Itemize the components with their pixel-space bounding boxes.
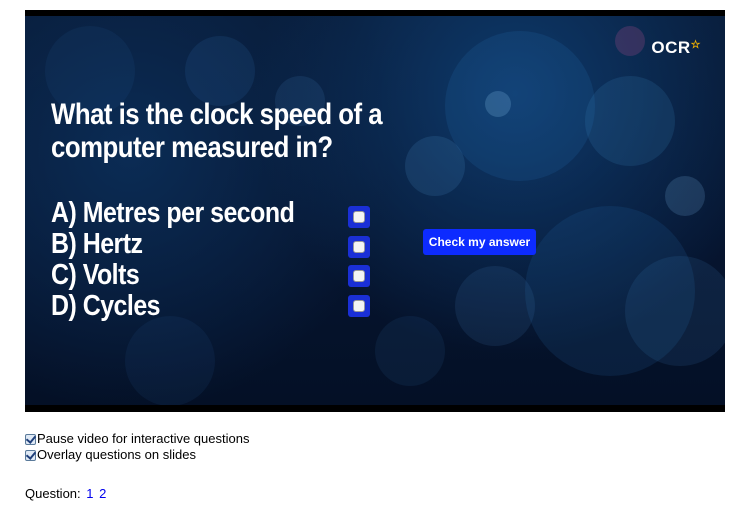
bokeh-decoration — [615, 26, 645, 56]
ocr-logo: OCR☆ — [651, 38, 701, 57]
answer-options: A) Metres per second B) Hertz C) Volts D… — [51, 198, 334, 322]
check-answer-button[interactable]: Check my answer — [423, 229, 536, 255]
question-link-2[interactable]: 2 — [99, 486, 106, 501]
bokeh-decoration — [485, 91, 511, 117]
option-d-label: D) Cycles — [51, 290, 161, 322]
question-link-1[interactable]: 1 — [86, 486, 93, 501]
question-navigation: Question: 1 2 — [25, 486, 106, 501]
bokeh-decoration — [625, 256, 725, 366]
option-c-checkbox[interactable] — [348, 265, 370, 287]
option-d-checkbox[interactable] — [348, 295, 370, 317]
bokeh-decoration — [525, 206, 695, 376]
player-settings: Pause video for interactive questions Ov… — [25, 431, 249, 463]
setting-overlay-questions: Overlay questions on slides — [25, 447, 249, 463]
quiz-slide: OCR☆ What is the clock speed of a comput… — [25, 16, 725, 405]
question-nav-label: Question: — [25, 486, 81, 501]
setting-pause-video: Pause video for interactive questions — [25, 431, 249, 447]
option-a-label: A) Metres per second — [51, 197, 295, 229]
option-b-checkbox[interactable] — [348, 236, 370, 258]
video-player[interactable]: OCR☆ What is the clock speed of a comput… — [25, 10, 725, 412]
bokeh-decoration — [125, 316, 215, 405]
option-c-label: C) Volts — [51, 259, 140, 291]
pause-video-checkbox[interactable] — [25, 433, 36, 445]
option-b-label: B) Hertz — [51, 228, 143, 260]
bokeh-decoration — [585, 76, 675, 166]
bokeh-decoration — [375, 316, 445, 386]
question-text: What is the clock speed of a computer me… — [51, 98, 383, 164]
bokeh-decoration — [185, 36, 255, 106]
bokeh-decoration — [405, 136, 465, 196]
bokeh-decoration — [665, 176, 705, 216]
bokeh-decoration — [445, 31, 595, 181]
option-a-checkbox[interactable] — [348, 206, 370, 228]
bokeh-decoration — [455, 266, 535, 346]
overlay-questions-label: Overlay questions on slides — [37, 447, 196, 462]
pause-video-label: Pause video for interactive questions — [37, 431, 250, 446]
overlay-questions-checkbox[interactable] — [25, 449, 36, 461]
